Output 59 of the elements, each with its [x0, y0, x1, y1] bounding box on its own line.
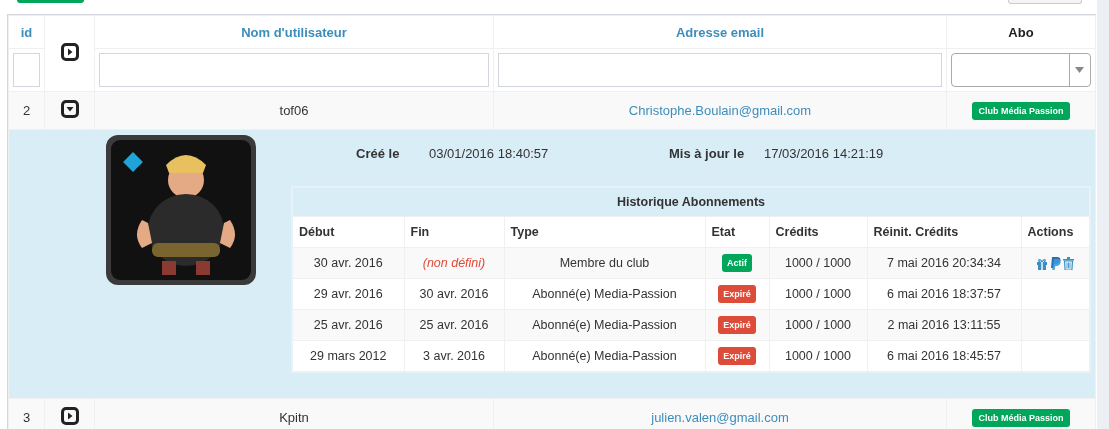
column-sort-link[interactable]: id	[20, 24, 33, 40]
credits-text: 1000 / 1000	[784, 287, 851, 301]
start-date: 29 mars 2012	[310, 349, 387, 363]
subscription-type: Abonné(e) Media-Passion	[532, 349, 677, 363]
credits-text: 1000 / 1000	[784, 349, 851, 363]
status-label: Expiré	[718, 285, 756, 303]
expand-icon[interactable]	[60, 407, 79, 425]
gift-icon[interactable]	[1036, 257, 1049, 270]
column-sort-link[interactable]: Nom d'utilisateur	[241, 24, 347, 40]
subscription-type: Membre du club	[559, 256, 650, 270]
subscription-type: Abonné(e) Media-Passion	[532, 318, 677, 332]
trash-icon[interactable]	[1063, 257, 1075, 271]
subscription-type: Abonné(e) Media-Passion	[532, 287, 677, 301]
end-date: 30 avr. 2016	[419, 287, 489, 301]
email-link[interactable]: julien.valen@gmail.com	[651, 410, 789, 425]
created-label: Créé le	[356, 146, 401, 161]
updated-date: 17/03/2016 14:21:19	[764, 146, 885, 161]
status-label: Expiré	[718, 347, 756, 365]
start-date: 30 avr. 2016	[313, 256, 383, 270]
filter-field[interactable]	[99, 53, 489, 87]
expand-all-icon[interactable]	[60, 43, 79, 61]
credits-text: 1000 / 1000	[784, 256, 851, 270]
column-header: Crédits	[775, 225, 819, 239]
filter-field[interactable]	[498, 53, 942, 87]
subscription-label: Club Média Passion	[972, 408, 1070, 427]
filter-dropdown[interactable]	[951, 53, 1091, 87]
start-date: 29 avr. 2016	[313, 287, 383, 301]
history-title: Historique Abonnements	[616, 195, 766, 209]
column-header: Réinit. Crédits	[873, 225, 959, 239]
reset-date: 7 mai 2016 20:34:34	[887, 256, 1001, 270]
column-header: Etat	[711, 225, 736, 239]
reset-date: 2 mai 2016 13:11:55	[887, 318, 1001, 332]
column-header: Type	[510, 225, 539, 239]
id-text: 2	[22, 103, 31, 118]
status-label: Expiré	[718, 316, 756, 334]
created-date: 03/01/2016 18:40:57	[429, 146, 550, 161]
username-text: tof06	[279, 103, 309, 118]
credits-text: 1000 / 1000	[784, 318, 851, 332]
id-text: 3	[22, 410, 31, 425]
column-header: Fin	[410, 225, 430, 239]
username-text: Kpitn	[279, 410, 309, 425]
column-header: Début	[299, 225, 335, 239]
column-header: Abo	[1008, 24, 1034, 40]
subscription-label: Club Média Passion	[972, 101, 1070, 120]
end-date: (non défini)	[422, 256, 486, 270]
column-header: Actions	[1027, 225, 1074, 239]
collapse-icon[interactable]	[60, 100, 79, 118]
updated-label: Mis à jour le	[669, 146, 746, 161]
caret-icon	[1075, 67, 1084, 73]
reset-date: 6 mai 2016 18:45:57	[887, 349, 1001, 363]
status-label: Actif	[722, 254, 752, 272]
reset-date: 6 mai 2016 18:37:57	[887, 287, 1001, 301]
end-date: 25 avr. 2016	[419, 318, 489, 332]
email-link[interactable]: Christophe.Boulain@gmail.com	[628, 103, 812, 118]
filter-field[interactable]	[13, 53, 40, 87]
column-sort-link[interactable]: Adresse email	[675, 24, 765, 40]
start-date: 25 avr. 2016	[313, 318, 383, 332]
payment-icon[interactable]	[1050, 257, 1062, 271]
end-date: 3 avr. 2016	[423, 349, 485, 363]
